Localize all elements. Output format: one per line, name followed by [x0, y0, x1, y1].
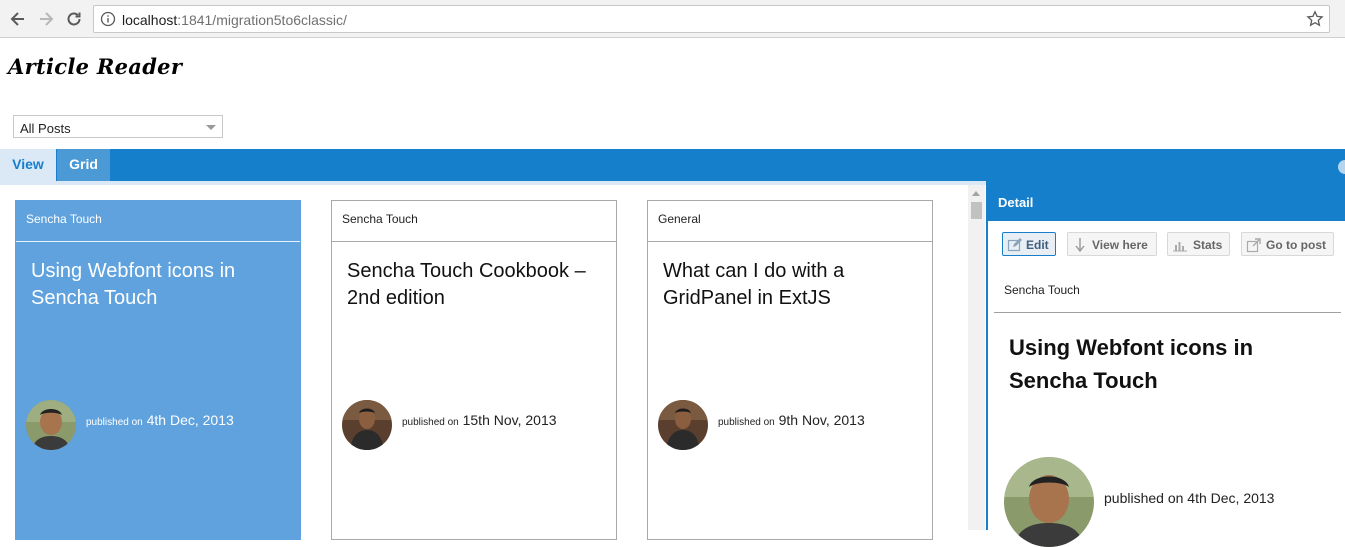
card-title: Using Webfont icons in Sencha Touch [31, 260, 236, 309]
tab-bar: View Grid [0, 149, 1345, 181]
info-icon[interactable] [100, 11, 116, 27]
author-avatar [658, 400, 708, 450]
tab-view[interactable]: View [0, 149, 56, 181]
detail-title: Detail [998, 195, 1034, 210]
published-date: 9th Nov, 2013 [778, 412, 865, 428]
published-date: 4th Dec, 2013 [146, 412, 234, 428]
detail-header: Detail [988, 181, 1345, 221]
reload-icon[interactable] [64, 9, 84, 29]
card-list-scrollbar[interactable] [968, 185, 985, 530]
detail-divider [994, 312, 1341, 313]
detail-article-title: Using Webfont icons in Sencha Touch [1009, 335, 1254, 393]
arrow-down-icon [1072, 237, 1088, 253]
collapse-tool-icon[interactable] [1338, 160, 1345, 174]
bar-chart-icon [1172, 237, 1188, 253]
tab-grid[interactable]: Grid [57, 149, 110, 181]
url-text: localhost:1841/migration5to6classic/ [122, 12, 347, 28]
browser-toolbar: localhost:1841/migration5to6classic/ [0, 0, 1345, 38]
chevron-down-icon[interactable] [206, 125, 216, 130]
scroll-up-icon[interactable] [972, 191, 980, 196]
card-divider [648, 241, 932, 242]
detail-published: published on 4th Dec, 2013 [1104, 490, 1275, 506]
published-label: published on [86, 417, 143, 428]
view-here-button[interactable]: View here [1067, 232, 1157, 256]
card-title: What can I do with a GridPanel in ExtJS [663, 260, 845, 309]
card-divider [332, 241, 616, 242]
external-link-icon [1246, 237, 1262, 253]
card-divider [16, 241, 300, 242]
article-card[interactable]: Sencha Touch Using Webfont icons in Senc… [15, 200, 301, 540]
card-category: Sencha Touch [342, 212, 418, 226]
go-to-post-button[interactable]: Go to post [1241, 232, 1334, 256]
url-path: :1841/migration5to6classic/ [177, 12, 347, 28]
article-card[interactable]: Sencha Touch Sencha Touch Cookbook – 2nd… [331, 200, 617, 540]
stats-label: Stats [1193, 238, 1223, 252]
published-date: 15th Nov, 2013 [462, 412, 557, 428]
scroll-thumb[interactable] [971, 202, 982, 219]
bookmark-star-icon[interactable] [1306, 10, 1324, 28]
card-published: published on 15th Nov, 2013 [402, 412, 557, 428]
edit-icon [1007, 237, 1023, 253]
card-published: published on 4th Dec, 2013 [86, 412, 234, 428]
published-label: published on [402, 417, 459, 428]
author-avatar [342, 400, 392, 450]
stats-button[interactable]: Stats [1167, 232, 1230, 256]
card-published: published on 9th Nov, 2013 [718, 412, 865, 428]
view-here-label: View here [1092, 238, 1148, 252]
category-filter-combo[interactable]: All Posts [13, 115, 223, 138]
article-card-list: Sencha Touch Using Webfont icons in Senc… [0, 185, 968, 540]
forward-icon[interactable] [36, 9, 56, 29]
back-icon[interactable] [8, 9, 28, 29]
published-label: published on [718, 417, 775, 428]
url-host: localhost [122, 12, 178, 28]
app-title: Article Reader [8, 54, 183, 79]
card-title: Sencha Touch Cookbook – 2nd edition [347, 260, 586, 309]
go-to-post-label: Go to post [1266, 238, 1326, 252]
edit-label: Edit [1026, 238, 1049, 252]
author-avatar [26, 400, 76, 450]
article-card[interactable]: General What can I do with a GridPanel i… [647, 200, 933, 540]
detail-category: Sencha Touch [1004, 283, 1080, 297]
edit-button[interactable]: Edit [1002, 232, 1056, 256]
author-avatar [1004, 457, 1094, 547]
address-bar[interactable]: localhost:1841/migration5to6classic/ [93, 5, 1330, 33]
card-category: General [658, 212, 701, 226]
card-category: Sencha Touch [26, 212, 102, 226]
detail-panel: Detail Edit View here Stats Go to post S… [986, 181, 1345, 547]
filter-value: All Posts [20, 121, 71, 136]
